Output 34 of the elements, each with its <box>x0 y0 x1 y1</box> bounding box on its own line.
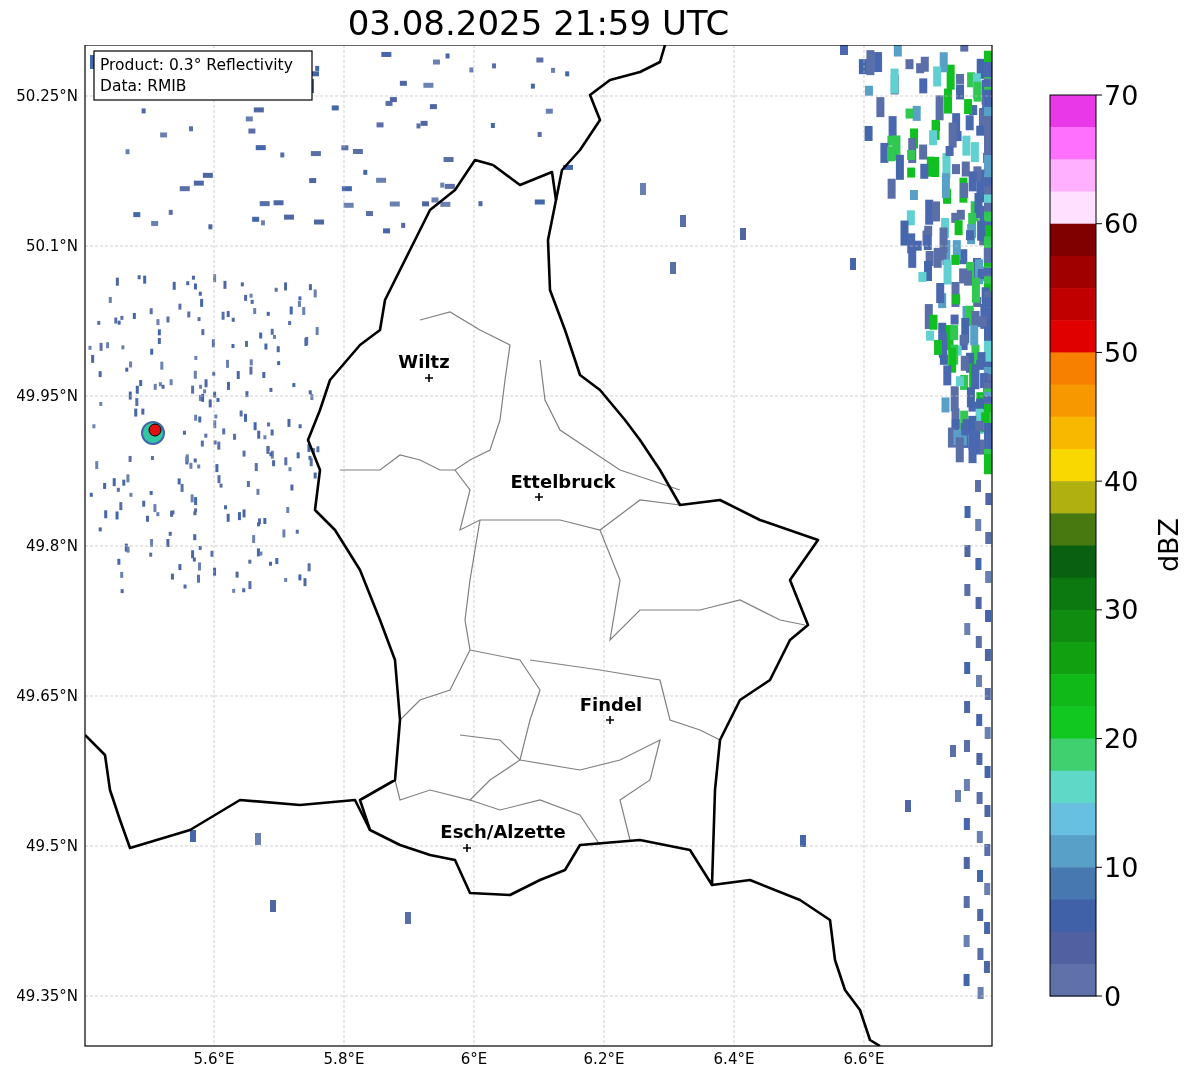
longitude-label: 6.2°E <box>583 1050 625 1068</box>
longitude-label: 5.6°E <box>193 1050 235 1068</box>
city-marker-icon <box>424 373 434 383</box>
colorbar-tick-label: 30 <box>1104 594 1139 626</box>
colorbar-tick-label: 50 <box>1104 336 1139 368</box>
colorbar-tick-label: 70 <box>1104 79 1139 111</box>
colorbar-tick-label: 40 <box>1104 465 1139 497</box>
colorbar-tick-label: 60 <box>1104 208 1139 240</box>
longitude-label: 5.8°E <box>323 1050 365 1068</box>
latitude-label: 49.5°N <box>25 837 78 855</box>
chart-title: 03.08.2025 21:59 UTC <box>346 1 731 45</box>
colorbar-tick-label: 20 <box>1104 723 1139 755</box>
longitude-label: 6.4°E <box>713 1050 755 1068</box>
latitude-label: 49.95°N <box>16 387 78 405</box>
colorbar-tick-label: 0 <box>1104 980 1122 1012</box>
latitude-label: 49.8°N <box>25 537 78 555</box>
legend-text: Product: 0.3° Reflectivity <box>100 56 293 74</box>
city-marker-icon <box>462 843 472 853</box>
longitude-label: 6°E <box>460 1050 488 1068</box>
colorbar-tick-label: 10 <box>1104 851 1139 883</box>
city-label: Esch/Alzette <box>440 821 566 842</box>
latitude-label: 50.25°N <box>16 87 78 105</box>
city-marker-icon <box>605 715 615 725</box>
legend-text: Data: RMIB <box>100 77 187 95</box>
city-marker-icon <box>534 492 544 502</box>
colorbar-axis-label: dBZ <box>1152 517 1184 573</box>
latitude-label: 50.1°N <box>25 237 78 255</box>
city-label: Wiltz <box>398 351 450 372</box>
radar-site-icon <box>141 421 165 445</box>
city-label: Ettelbruck <box>510 471 616 492</box>
longitude-label: 6.6°E <box>843 1050 885 1068</box>
latitude-label: 49.35°N <box>16 987 78 1005</box>
latitude-label: 49.65°N <box>16 687 78 705</box>
city-label: Findel <box>579 694 643 715</box>
